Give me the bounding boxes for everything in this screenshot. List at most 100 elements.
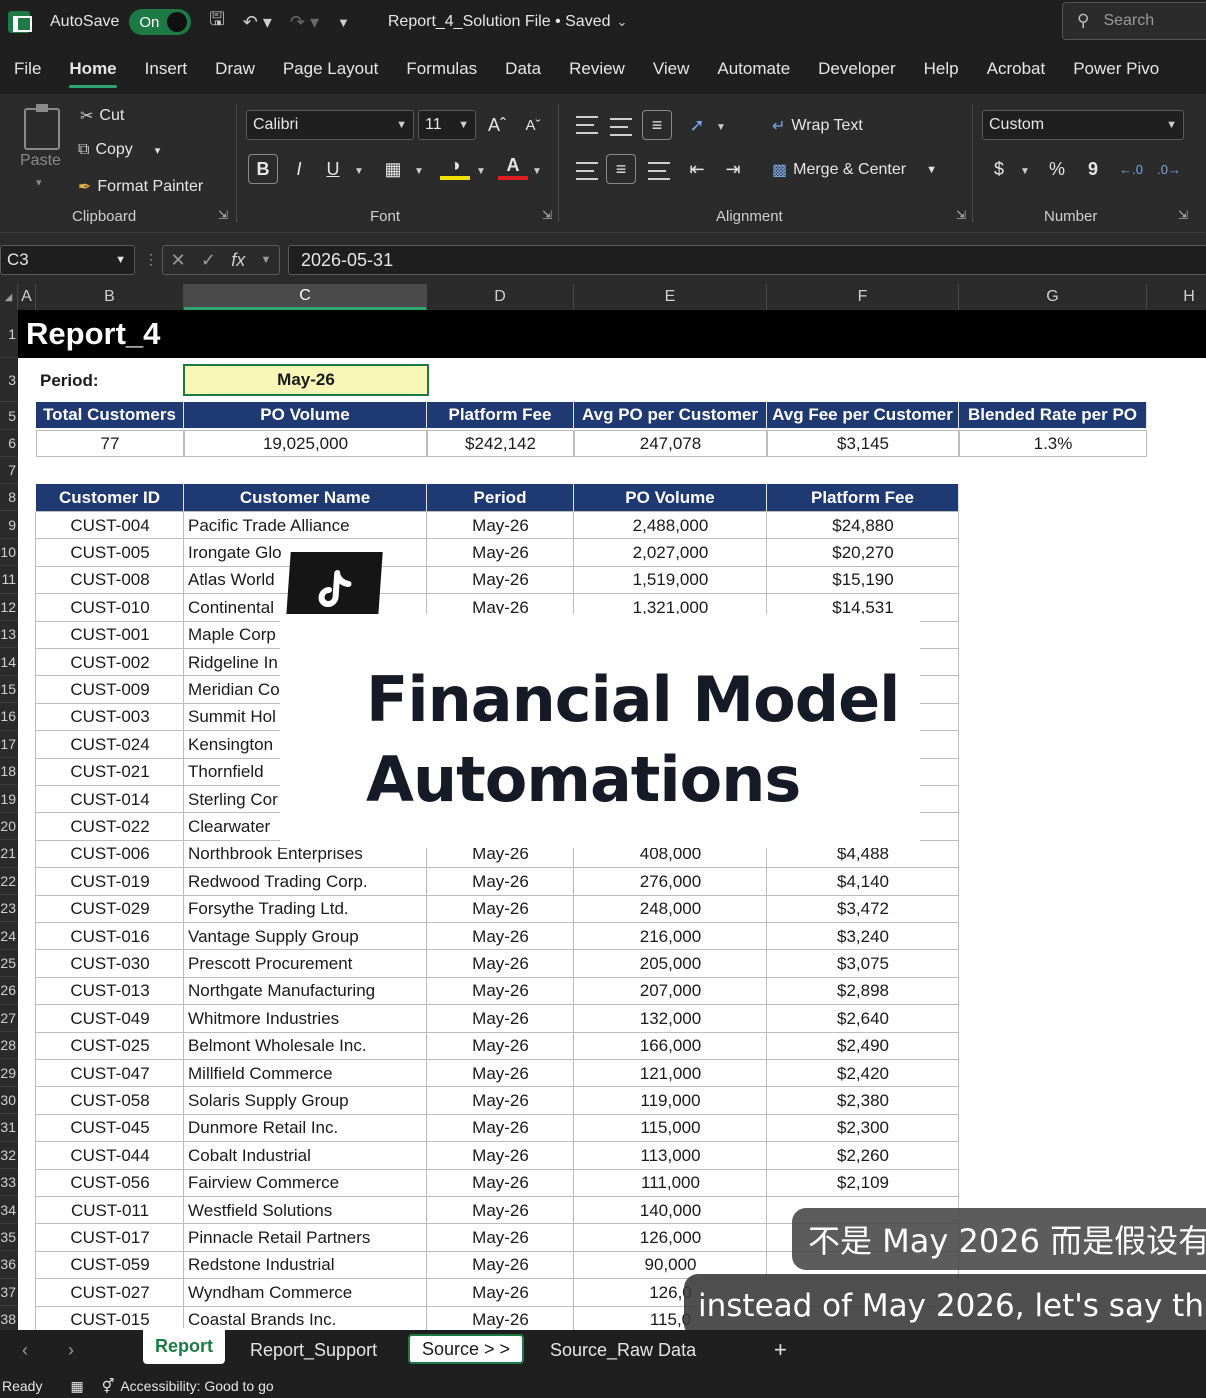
- decrease-font-icon[interactable]: Aˇ: [518, 110, 548, 140]
- table-cell[interactable]: CUST-001: [36, 622, 184, 649]
- row-header[interactable]: 14: [0, 648, 18, 676]
- tab-home[interactable]: Home: [55, 44, 130, 94]
- merge-center-button[interactable]: ▩ Merge & Center ▼: [772, 160, 937, 180]
- table-cell[interactable]: Redwood Trading Corp.: [184, 868, 427, 895]
- row-header[interactable]: 1: [0, 310, 18, 358]
- row-header[interactable]: 3: [0, 358, 18, 402]
- table-cell[interactable]: CUST-009: [36, 676, 184, 703]
- row-header[interactable]: 38: [0, 1306, 18, 1330]
- row-header[interactable]: 23: [0, 895, 18, 923]
- chevron-down-icon[interactable]: ▼: [260, 254, 271, 266]
- chevron-down-icon[interactable]: ▼: [716, 122, 726, 133]
- clipboard-launcher-icon[interactable]: ⇲: [218, 208, 228, 222]
- font-color-icon[interactable]: A: [498, 154, 528, 180]
- wrap-text-button[interactable]: ↵ Wrap Text: [772, 116, 863, 136]
- row-header[interactable]: 16: [0, 703, 18, 731]
- summary-value[interactable]: 1.3%: [959, 430, 1147, 457]
- table-cell[interactable]: CUST-058: [36, 1087, 184, 1114]
- autosave-toggle[interactable]: On: [129, 9, 192, 35]
- table-cell[interactable]: May-26: [427, 950, 574, 977]
- row-header[interactable]: 13: [0, 621, 18, 649]
- table-cell[interactable]: May-26: [427, 1307, 574, 1330]
- table-cell[interactable]: Pacific Trade Alliance: [184, 512, 427, 539]
- table-cell[interactable]: May-26: [427, 1197, 574, 1224]
- table-cell[interactable]: $2,490: [767, 1033, 959, 1060]
- cancel-icon[interactable]: ✕: [171, 250, 186, 271]
- row-header[interactable]: 20: [0, 813, 18, 841]
- table-cell[interactable]: $2,420: [767, 1060, 959, 1087]
- currency-button[interactable]: $: [984, 154, 1014, 184]
- chevron-down-icon[interactable]: ▼: [1020, 166, 1030, 177]
- orientation-icon[interactable]: ➚: [682, 110, 712, 140]
- paste-chevron-icon[interactable]: ▾: [36, 176, 42, 189]
- table-cell[interactable]: 166,000: [574, 1033, 767, 1060]
- table-cell[interactable]: CUST-011: [36, 1197, 184, 1224]
- table-cell[interactable]: 207,000: [574, 978, 767, 1005]
- chevron-down-icon[interactable]: ⌄: [616, 14, 627, 30]
- table-cell[interactable]: CUST-027: [36, 1279, 184, 1306]
- row-header[interactable]: 11: [0, 566, 18, 594]
- table-cell[interactable]: May-26: [427, 1252, 574, 1279]
- percent-button[interactable]: %: [1042, 154, 1072, 184]
- format-painter-button[interactable]: ✒ Format Painter: [78, 177, 203, 197]
- column-header-h[interactable]: H: [1147, 284, 1206, 310]
- table-cell[interactable]: CUST-015: [36, 1307, 184, 1330]
- table-cell[interactable]: May-26: [427, 567, 574, 594]
- summary-value[interactable]: $242,142: [427, 430, 574, 457]
- row-header[interactable]: 18: [0, 758, 18, 786]
- undo-icon[interactable]: ↶ ▾: [243, 12, 272, 33]
- table-cell[interactable]: May-26: [427, 896, 574, 923]
- row-header[interactable]: 15: [0, 676, 18, 704]
- table-cell[interactable]: $2,260: [767, 1142, 959, 1169]
- column-header-a[interactable]: A: [18, 284, 36, 310]
- row-header[interactable]: 31: [0, 1114, 18, 1142]
- summary-value[interactable]: $3,145: [767, 430, 959, 457]
- table-cell[interactable]: 248,000: [574, 896, 767, 923]
- tab-formulas[interactable]: Formulas: [392, 44, 491, 94]
- table-cell[interactable]: May-26: [427, 1060, 574, 1087]
- summary-value[interactable]: 77: [36, 430, 184, 457]
- increase-indent-icon[interactable]: ⇥: [718, 154, 748, 184]
- align-right-icon[interactable]: [648, 162, 670, 180]
- table-cell[interactable]: 132,000: [574, 1005, 767, 1032]
- file-name[interactable]: Report_4_Solution File • Saved: [388, 13, 611, 31]
- table-cell[interactable]: 121,000: [574, 1060, 767, 1087]
- macro-record-icon[interactable]: ▦: [70, 1378, 83, 1395]
- row-header[interactable]: 28: [0, 1032, 18, 1060]
- tab-review[interactable]: Review: [555, 44, 639, 94]
- period-input[interactable]: May-26: [183, 364, 429, 396]
- align-bottom-icon[interactable]: ≡: [642, 110, 672, 140]
- insert-function-button[interactable]: fx: [231, 250, 245, 271]
- align-center-icon[interactable]: ≡: [606, 154, 636, 184]
- summary-value[interactable]: 19,025,000: [184, 430, 427, 457]
- row-header[interactable]: 24: [0, 922, 18, 950]
- table-cell[interactable]: CUST-003: [36, 704, 184, 731]
- table-cell[interactable]: CUST-019: [36, 868, 184, 895]
- table-cell[interactable]: May-26: [427, 1279, 574, 1306]
- table-cell[interactable]: $2,300: [767, 1115, 959, 1142]
- row-header[interactable]: 37: [0, 1279, 18, 1306]
- table-cell[interactable]: 119,000: [574, 1087, 767, 1114]
- tab-page-layout[interactable]: Page Layout: [269, 44, 392, 94]
- row-header[interactable]: 19: [0, 785, 18, 813]
- row-header[interactable]: 25: [0, 950, 18, 978]
- row-header[interactable]: 36: [0, 1251, 18, 1279]
- table-cell[interactable]: CUST-024: [36, 731, 184, 758]
- table-cell[interactable]: May-26: [427, 978, 574, 1005]
- row-header[interactable]: 34: [0, 1196, 18, 1224]
- align-left-icon[interactable]: [576, 162, 598, 180]
- table-cell[interactable]: 115,000: [574, 1115, 767, 1142]
- tab-data[interactable]: Data: [491, 44, 555, 94]
- name-box[interactable]: C3 ▼: [0, 245, 135, 275]
- select-all-corner[interactable]: ◢: [0, 284, 18, 310]
- table-cell[interactable]: CUST-016: [36, 923, 184, 950]
- tab-automate[interactable]: Automate: [703, 44, 804, 94]
- borders-icon[interactable]: ▦: [378, 154, 408, 184]
- table-cell[interactable]: CUST-045: [36, 1115, 184, 1142]
- font-name-select[interactable]: Calibri ▼: [246, 110, 414, 140]
- paste-button[interactable]: Paste: [20, 152, 61, 170]
- sheet-tab-report-support[interactable]: Report_Support: [238, 1330, 389, 1370]
- table-cell[interactable]: 2,027,000: [574, 539, 767, 566]
- column-header-g[interactable]: G: [959, 284, 1147, 310]
- enter-icon[interactable]: ✓: [201, 250, 216, 271]
